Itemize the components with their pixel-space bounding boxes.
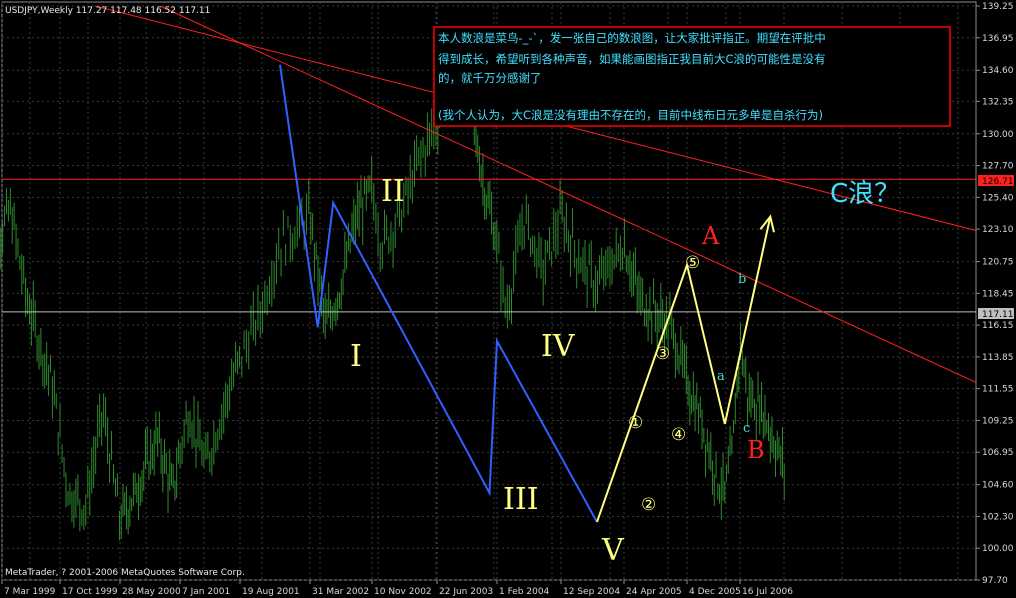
wave-label-a: a <box>717 369 725 384</box>
price-tick-label: 139.25 <box>982 2 1014 12</box>
chart-canvas[interactable]: 139.25 136.95 134.60 132.35 130.00 127.70 125.… <box>0 0 1016 598</box>
price-axis: 139.25 136.95 134.60 132.35 130.00 127.70 125.… <box>976 2 1014 586</box>
wave-label-II: II <box>381 174 405 209</box>
wave-label-b: b <box>738 272 746 287</box>
date-tick-label: 31 Mar 2002 <box>312 587 369 597</box>
annotation-line-2: 得到成长，希望听到各种声音，如果能画图指正我目前大C浪的可能性是没有 <box>438 52 826 66</box>
wave-label-c: c <box>743 421 750 436</box>
price-tick-label: 136.95 <box>982 34 1014 44</box>
date-tick-label: 19 Aug 2001 <box>242 587 300 597</box>
annotation-line-4: (我个人认为，大C浪是没有理由不存在的，目前中线布日元多单是自杀行为) <box>438 108 823 122</box>
price-tick-label: 127.70 <box>982 162 1014 172</box>
wave-label-B: B <box>747 436 765 464</box>
price-tick-label: 132.35 <box>982 97 1014 107</box>
chart-window[interactable]: 139.25 136.95 134.60 132.35 130.00 127.70 125.… <box>0 0 1016 598</box>
price-tick-label: 104.60 <box>982 481 1014 491</box>
current-price-text: 117.11 <box>982 310 1014 320</box>
price-tick-label: 120.75 <box>982 258 1014 268</box>
price-tick-label: 116.15 <box>982 321 1014 331</box>
price-tick-label: 97.70 <box>982 576 1008 586</box>
date-tick-label: 24 Apr 2005 <box>626 587 682 597</box>
wave-label-IV: IV <box>541 329 576 364</box>
price-tick-label: 106.95 <box>982 448 1014 458</box>
date-tick-label: 17 Oct 1999 <box>62 587 118 597</box>
wave-label-4: ④ <box>671 425 686 445</box>
price-tick-label: 125.40 <box>982 193 1014 203</box>
annotation-line-3: 的，就千万分感谢了 <box>438 71 542 85</box>
wave-label-3: ③ <box>655 344 670 364</box>
price-tick-label: 118.45 <box>982 289 1014 299</box>
wave-label-5: ⑤ <box>685 253 700 273</box>
price-tick-label: 134.60 <box>982 66 1014 76</box>
date-tick-label: 16 Jul 2006 <box>742 587 793 597</box>
wave-label-A: A <box>701 222 720 250</box>
date-tick-label: 1 Feb 2004 <box>499 587 550 597</box>
date-tick-label: 7 Mar 1999 <box>4 587 56 597</box>
wave-label-c-target: C浪？ <box>830 179 900 209</box>
date-tick-label: 7 Jan 2001 <box>182 587 230 597</box>
wave-label-III: III <box>503 482 539 517</box>
date-tick-label: 28 May 2000 <box>122 587 181 597</box>
date-tick-label: 10 Nov 2002 <box>374 587 432 597</box>
symbol-header: USDJPY,Weekly 117.27 117.48 116.52 117.1… <box>5 6 210 16</box>
price-tick-label: 113.85 <box>982 353 1014 363</box>
wave-label-2: ② <box>641 495 656 515</box>
date-axis: 7 Mar 1999 17 Oct 1999 28 May 2000 7 Jan 20… <box>1 580 793 597</box>
wave-label-I: I <box>350 339 362 374</box>
wave-path[interactable] <box>279 64 775 523</box>
price-tick-label: 109.25 <box>982 416 1014 426</box>
wave-label-V: V <box>601 533 625 568</box>
price-tick-label: 130.00 <box>982 130 1014 140</box>
date-tick-label: 12 Sep 2004 <box>563 587 620 597</box>
price-tick-label: 100.00 <box>982 544 1014 554</box>
copyright-footer: MetaTrader, ? 2001-2006 MetaQuotes Softw… <box>5 568 245 578</box>
price-tick-label: 123.10 <box>982 225 1014 235</box>
price-tick-label: 102.30 <box>982 512 1014 522</box>
price-tick-label: 111.55 <box>982 385 1014 395</box>
resistance-price-text: 126.71 <box>982 177 1014 187</box>
date-tick-label: 4 Dec 2005 <box>689 587 741 597</box>
wave-label-1: ① <box>628 413 643 433</box>
date-tick-label: 22 Jun 2003 <box>439 587 493 597</box>
annotation-line-1: 本人数浪是菜鸟-_-`，发一张自己的数浪图，让大家批评指正。期望在评批中 <box>438 31 826 45</box>
